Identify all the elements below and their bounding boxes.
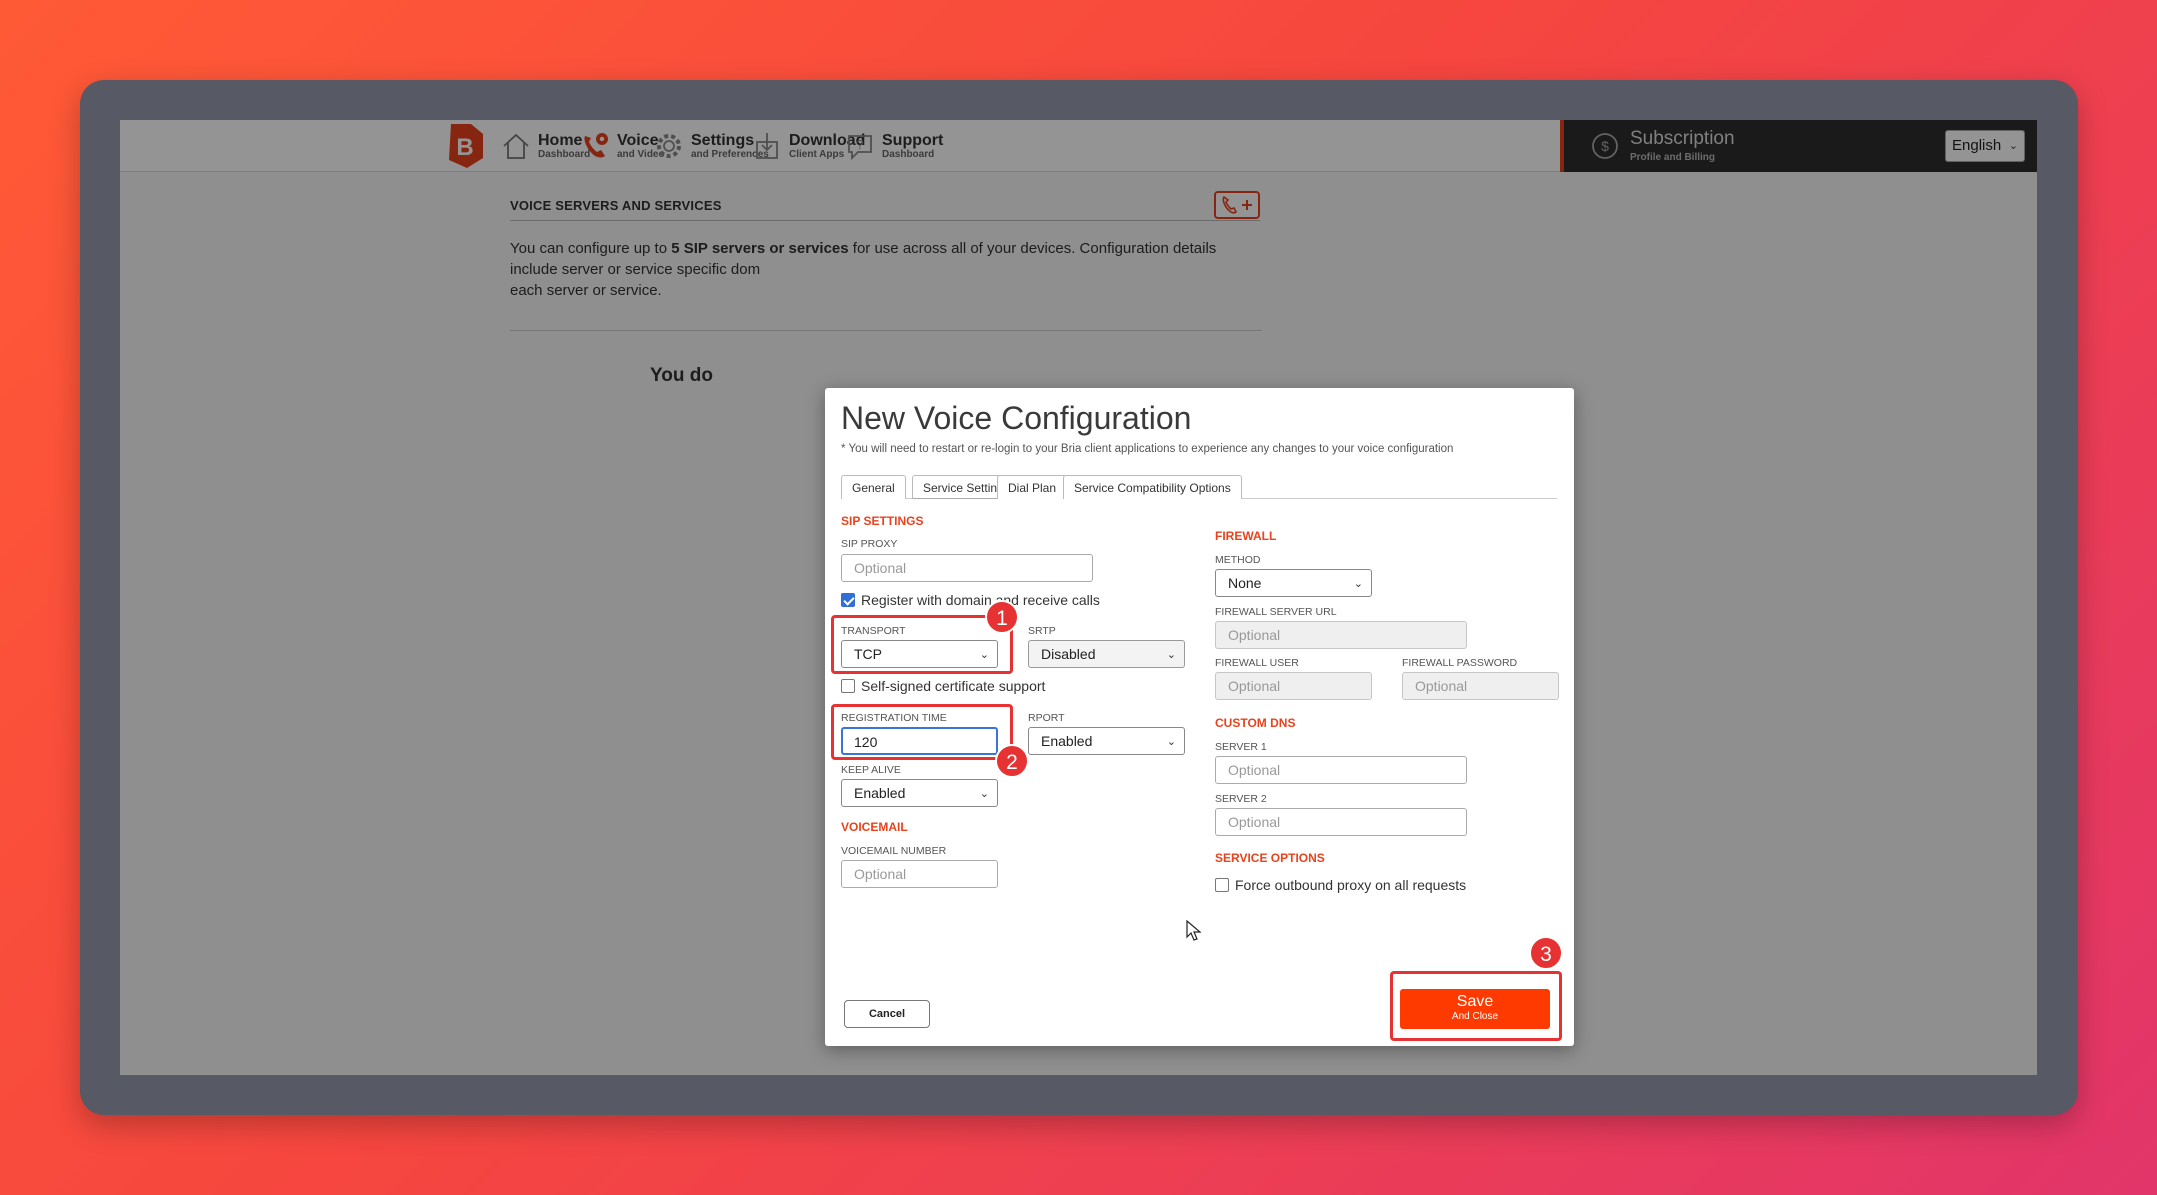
keep-alive-value: Enabled — [854, 785, 906, 801]
firewall-user-label: FIREWALL USER — [1215, 657, 1299, 669]
srtp-value: Disabled — [1041, 646, 1096, 662]
voicemail-heading: VOICEMAIL — [841, 820, 908, 834]
method-label: METHOD — [1215, 554, 1261, 566]
keep-alive-select[interactable]: Enabled ⌄ — [841, 779, 998, 807]
firewall-server-url-label: FIREWALL SERVER URL — [1215, 606, 1337, 618]
force-proxy-checkbox[interactable]: Force outbound proxy on all requests — [1215, 877, 1466, 893]
rport-label: RPORT — [1028, 712, 1065, 724]
firewall-password-label: FIREWALL PASSWORD — [1402, 657, 1518, 669]
chevron-down-icon: ⌄ — [979, 788, 989, 800]
keep-alive-label: KEEP ALIVE — [841, 764, 901, 776]
firewall-heading: FIREWALL — [1215, 529, 1277, 543]
mouse-cursor-icon — [1186, 920, 1202, 941]
server1-label: SERVER 1 — [1215, 741, 1267, 753]
tab-service-compatibility[interactable]: Service Compatibility Options — [1063, 475, 1242, 499]
custom-dns-heading: CUSTOM DNS — [1215, 716, 1296, 730]
tab-general[interactable]: General — [841, 475, 906, 499]
voicemail-number-input[interactable]: Optional — [841, 860, 998, 888]
sip-settings-heading: SIP SETTINGS — [841, 514, 924, 528]
method-select[interactable]: None ⌄ — [1215, 569, 1372, 597]
highlight-box-save — [1390, 971, 1562, 1041]
force-proxy-label: Force outbound proxy on all requests — [1235, 877, 1467, 893]
tab-dial-plan[interactable]: Dial Plan — [997, 475, 1068, 499]
srtp-label: SRTP — [1028, 625, 1056, 637]
srtp-select[interactable]: Disabled ⌄ — [1028, 640, 1185, 668]
highlight-box-registration-time — [831, 704, 1013, 760]
checkbox-unchecked[interactable] — [1215, 878, 1229, 892]
server1-input[interactable]: Optional — [1215, 756, 1467, 784]
voice-config-modal: New Voice Configuration * You will need … — [825, 388, 1574, 1046]
server2-input[interactable]: Optional — [1215, 808, 1467, 836]
app-screen: B Home Dashboard Voice and Video Settings a… — [120, 120, 2037, 1075]
rport-select[interactable]: Enabled ⌄ — [1028, 727, 1185, 755]
tab-bar: General Service Settings Dial Plan Servi… — [841, 475, 1557, 499]
server2-label: SERVER 2 — [1215, 793, 1267, 805]
self-signed-label: Self-signed certificate support — [861, 678, 1046, 694]
firewall-password-input[interactable]: Optional — [1402, 672, 1559, 700]
sip-proxy-label: SIP PROXY — [841, 538, 898, 550]
chevron-down-icon: ⌄ — [1353, 578, 1363, 590]
cancel-button[interactable]: Cancel — [844, 1000, 930, 1028]
voicemail-number-label: VOICEMAIL NUMBER — [841, 845, 947, 857]
sip-proxy-input[interactable]: Optional — [841, 554, 1093, 582]
register-checkbox[interactable]: Register with domain and receive calls — [841, 592, 1100, 608]
service-options-heading: SERVICE OPTIONS — [1215, 851, 1325, 865]
annotation-badge-1: 1 — [985, 600, 1019, 634]
chevron-down-icon: ⌄ — [1166, 736, 1176, 748]
checkbox-checked[interactable] — [841, 593, 855, 607]
modal-note: * You will need to restart or re-login t… — [841, 443, 1454, 455]
annotation-badge-3: 3 — [1529, 936, 1563, 970]
firewall-user-input[interactable]: Optional — [1215, 672, 1372, 700]
checkbox-unchecked[interactable] — [841, 679, 855, 693]
firewall-server-url-input[interactable]: Optional — [1215, 621, 1467, 649]
self-signed-checkbox[interactable]: Self-signed certificate support — [841, 678, 1045, 694]
modal-title: New Voice Configuration — [841, 400, 1192, 436]
register-label: Register with domain and receive calls — [861, 592, 1100, 608]
method-value: None — [1228, 575, 1262, 591]
rport-value: Enabled — [1041, 733, 1093, 749]
chevron-down-icon: ⌄ — [1166, 649, 1176, 661]
annotation-badge-2: 2 — [995, 744, 1029, 778]
